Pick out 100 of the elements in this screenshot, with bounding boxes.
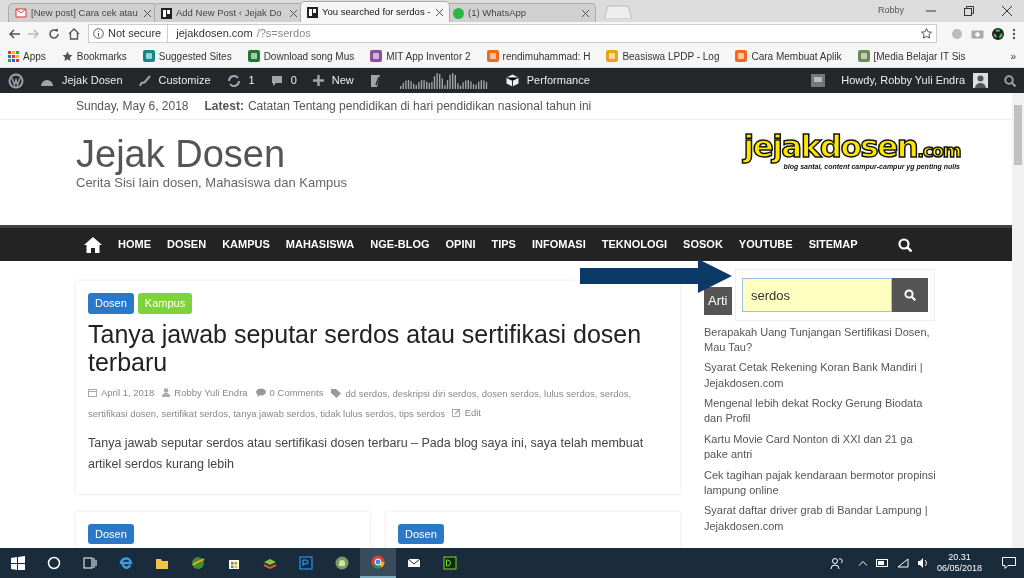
edit-icon [451,408,461,417]
nav-link[interactable]: KAMPUS [214,236,278,253]
post-date[interactable]: April 1, 2018 [101,383,155,402]
wordpress-logo-icon[interactable] [8,72,24,89]
site-title[interactable]: Jejak Dosen [76,135,347,173]
reload-icon[interactable] [48,27,60,40]
tag-link[interactable]: sertifikat serdos, [161,408,231,419]
chrome-icon [371,555,385,569]
tag-link[interactable]: tidak lulus serdos, [320,408,397,419]
nav-link[interactable]: DOSEN [159,236,215,253]
more-bookmarks-button[interactable]: » [1010,48,1016,64]
chat-icon [453,7,464,19]
battery-icon[interactable] [875,559,889,567]
nav-link[interactable]: TEKNOLOGI [593,236,676,253]
category-tag[interactable]: Dosen [398,523,444,544]
browser-icon [119,556,133,570]
nav-link[interactable]: SOSOK [675,236,731,253]
new-content-link[interactable]: New [312,72,354,89]
nav-link[interactable]: HOME [110,236,159,253]
star-icon [61,50,73,62]
envelope-icon [407,556,421,570]
nav-link[interactable]: MAHASISWA [277,236,363,253]
bookmark-link[interactable]: Apps [8,48,46,64]
globe-icon [191,556,205,570]
close-icon[interactable] [582,9,589,17]
tag-link[interactable]: deskripsi diri serdos, [392,388,480,399]
account-menu[interactable]: Howdy, Robby Yuli Endra [841,72,988,89]
nav-link[interactable]: SITEMAP [800,236,866,253]
apps-grid-icon [8,50,19,62]
post-title[interactable]: Tanya jawab seputar serdos atau sertifikasi dosen terbaru [88,319,668,377]
color-wheel-icon[interactable] [992,27,1004,40]
close-icon[interactable] [436,8,443,16]
bookmark-link[interactable]: Cara Membuat Aplik [735,48,842,64]
sidebar-link[interactable]: Kartu Movie Card Nonton di XXI dan 21 ga pake antri [704,431,939,463]
restore-icon[interactable] [964,6,974,16]
tag-link[interactable]: dosen serdos, [481,388,542,399]
tag-link[interactable]: serdos, [600,388,632,399]
notification-icon[interactable] [1002,557,1016,569]
star-icon[interactable] [921,28,932,39]
bookmark-link[interactable]: Suggested Sites [142,48,232,64]
menu-icon[interactable] [1012,27,1016,40]
sidebar-link[interactable]: Syarat Cetak Rekening Koran Bank Mandiri | Jejakdosen.com [704,360,939,392]
bookmark-link[interactable]: Bookmarks [61,48,127,64]
bookmark-link[interactable]: Beasiswa LPDP - Log [606,48,720,64]
browser-tab[interactable]: You searched for serdos - [300,1,450,22]
profile-name[interactable]: Robby [878,4,904,18]
latest-news-link[interactable]: Catatan Tentang pendidikan di hari pendidikan nasional tahun ini [247,97,592,115]
notification-icon[interactable] [811,74,826,87]
nav-link[interactable]: OPINI [437,236,484,253]
sidebar-link[interactable]: Cek tagihan pajak kendaraan bermotor propinsi lampung online [704,467,939,499]
nav-link[interactable]: NGE-BLOG [362,236,438,253]
home-icon[interactable] [68,27,80,40]
post-author[interactable]: Robby Yuli Endra [174,383,248,402]
address-bar[interactable]: Not secure jejakdosen.com /?s=serdos [88,24,937,43]
nav-link[interactable]: INFOMASI [523,236,594,253]
category-tag[interactable]: Dosen [88,293,134,314]
nav-link[interactable]: TIPS [483,236,524,253]
wifi-icon[interactable] [896,558,909,568]
search-button[interactable] [892,278,928,312]
updates-link[interactable]: 1 [226,72,255,89]
site-name-link[interactable]: Jejak Dosen [40,72,123,89]
tag-link[interactable]: sertifikasi dosen, [88,408,159,419]
close-icon[interactable] [290,9,297,17]
bookmark-link[interactable]: [Media Belajar IT Sis [857,48,966,64]
search-icon[interactable] [1004,74,1016,87]
close-icon[interactable] [144,9,151,17]
sidebar-link[interactable]: Berapakah Uang Tunjangan Sertifikasi Dosen, Mau Tau? [704,324,939,356]
bookmark-link[interactable]: rendimuhammad: H [486,48,591,64]
scrollbar[interactable] [1012,93,1024,548]
tag-link[interactable]: lulus serdos, [544,388,598,399]
search-field[interactable]: serdos [742,278,892,312]
clock[interactable]: 20.31 06/05/2018 [936,551,982,575]
performance-link[interactable]: Performance [505,72,590,89]
bookmark-link[interactable]: Download song Mus [247,48,355,64]
back-icon[interactable] [8,28,20,39]
tag-link[interactable]: tips serdos [399,408,445,419]
search-icon [904,289,916,301]
bookmark-link[interactable]: MIT App Inventor 2 [370,48,471,64]
search-icon[interactable] [897,237,912,252]
nav-link[interactable]: YOUTUBE [730,236,801,253]
brush-icon [138,74,151,87]
sidebar-link[interactable]: Mengenal lebih dekat Rocky Gerung Biodata dan Profil [704,396,939,427]
volume-icon[interactable] [916,558,929,568]
comments-link[interactable]: 0 [270,72,297,89]
sidebar-link[interactable]: Syarat daftar driver grab di Bandar Lampung | Jejakdosen.com [704,503,939,535]
home-icon[interactable] [84,236,102,253]
close-icon[interactable] [1002,6,1012,16]
stats-sparkline-icon[interactable] [399,72,490,89]
edit-link[interactable]: Edit [464,403,481,422]
tag-link[interactable]: dd serdos, [345,388,390,399]
site-tagline: Cerita Sisi lain dosen, Mahasiswa dan Kampus [76,175,347,192]
customize-link[interactable]: Customize [138,72,211,89]
comment-icon [270,74,283,87]
comments-link[interactable]: 0 Comments [269,383,324,402]
category-tag[interactable]: Dosen [88,523,134,544]
chevron-up-icon[interactable] [857,560,868,566]
people-icon[interactable] [829,557,844,569]
tag-link[interactable]: tanya jawab serdos, [233,408,318,419]
widget-title: Arti [704,287,732,315]
calendar-icon [88,388,97,397]
